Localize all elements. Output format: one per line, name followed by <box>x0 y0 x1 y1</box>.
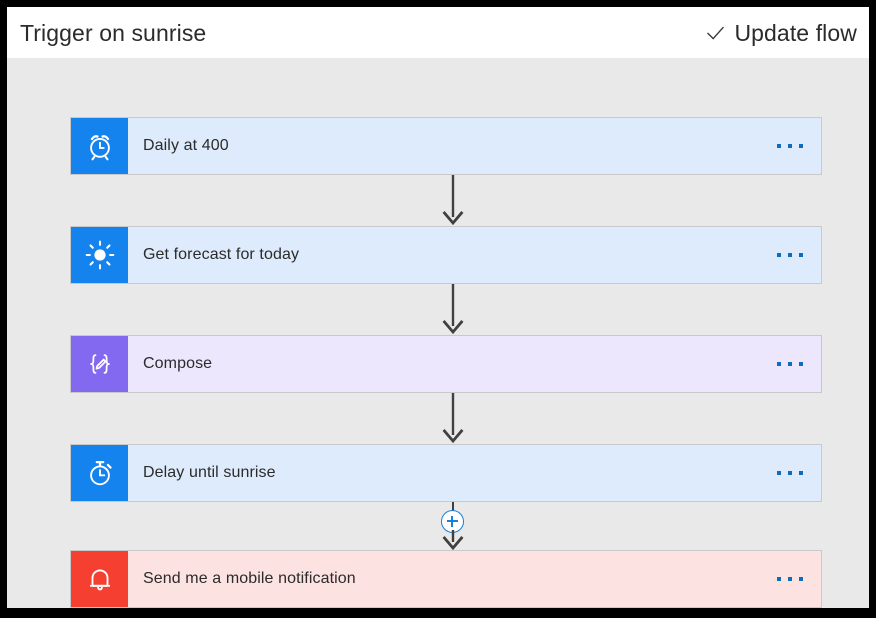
flow-step-card-forecast[interactable]: Get forecast for today <box>70 226 822 284</box>
ellipsis-dot <box>788 362 792 366</box>
ellipsis-dot <box>777 362 781 366</box>
flow-step-title: Compose <box>143 355 213 372</box>
flow-step-title: Delay until sunrise <box>143 464 276 481</box>
flow-canvas: Daily at 400 Get forecast for today Comp… <box>7 58 869 608</box>
ellipsis-dot <box>788 471 792 475</box>
connector-with-add-step <box>438 502 468 550</box>
ellipsis-dot <box>788 253 792 257</box>
flow-step-title: Get forecast for today <box>143 246 300 263</box>
ellipsis-dot <box>788 577 792 581</box>
flow-step-menu-button[interactable] <box>759 445 821 501</box>
ellipsis-dot <box>799 144 803 148</box>
ellipsis-dot <box>777 253 781 257</box>
check-icon <box>706 24 725 43</box>
ellipsis-dot <box>777 471 781 475</box>
flow-step-menu-button[interactable] <box>759 227 821 283</box>
ellipsis-dot <box>799 471 803 475</box>
alarm-clock-icon <box>71 118 128 174</box>
flow-step-card-delay[interactable]: Delay until sunrise <box>70 444 822 502</box>
ellipsis-dot <box>799 577 803 581</box>
flow-step-menu-button[interactable] <box>759 336 821 392</box>
flow-step-card-trigger[interactable]: Daily at 400 <box>70 117 822 175</box>
flow-step-title: Daily at 400 <box>143 137 229 154</box>
plus-icon <box>451 515 454 527</box>
flow-step-title: Send me a mobile notification <box>143 570 356 587</box>
ellipsis-dot <box>777 577 781 581</box>
update-flow-label: Update flow <box>734 20 857 46</box>
sun-icon <box>71 227 128 283</box>
ellipsis-dot <box>777 144 781 148</box>
app-content: Trigger on sunrise Update flow Daily at … <box>7 7 869 608</box>
flow-step-menu-button[interactable] <box>759 118 821 174</box>
flow-step-card-notification[interactable]: Send me a mobile notification <box>70 550 822 608</box>
connector-arrow <box>438 393 468 444</box>
ellipsis-dot <box>788 144 792 148</box>
flow-step-menu-button[interactable] <box>759 551 821 607</box>
header-bar: Trigger on sunrise Update flow <box>7 7 869 58</box>
ellipsis-dot <box>799 253 803 257</box>
connector-arrow <box>438 175 468 226</box>
flow-step-card-compose[interactable]: Compose <box>70 335 822 393</box>
bell-icon <box>71 551 128 607</box>
ellipsis-dot <box>799 362 803 366</box>
update-flow-button[interactable]: Update flow <box>706 20 857 47</box>
compose-braces-pencil-icon <box>71 336 128 392</box>
connector-arrow <box>438 284 468 335</box>
connector-arrow <box>438 530 468 550</box>
app-window-frame: Trigger on sunrise Update flow Daily at … <box>0 0 876 618</box>
stopwatch-icon <box>71 445 128 501</box>
page-title: Trigger on sunrise <box>20 20 207 46</box>
